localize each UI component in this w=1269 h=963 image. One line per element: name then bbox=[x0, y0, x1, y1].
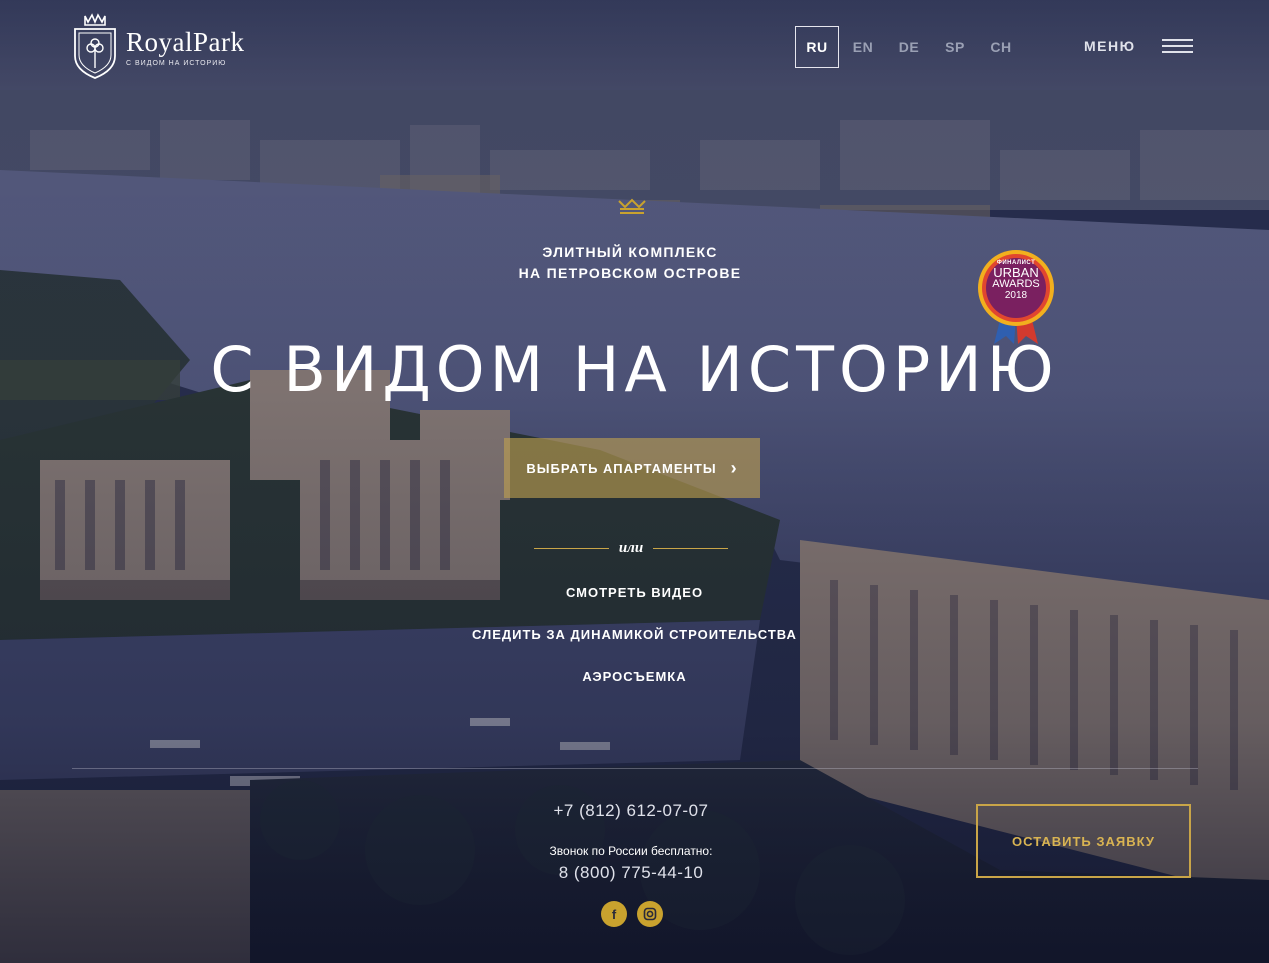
logo-tagline: С ВИДОМ НА ИСТОРИЮ bbox=[126, 60, 227, 67]
hero-subtitle: ЭЛИТНЫЙ КОМПЛЕКС НА ПЕТРОВСКОМ ОСТРОВЕ bbox=[480, 242, 780, 284]
construction-progress-row: СЛЕДИТЬ ЗА ДИНАМИКОЙ СТРОИТЕЛЬСТВА bbox=[0, 627, 1269, 642]
lang-sp[interactable]: SP bbox=[933, 26, 977, 68]
hero-headline: С ВИДОМ НА ИСТОРИЮ bbox=[210, 333, 1059, 406]
hamburger-icon bbox=[1161, 39, 1193, 53]
instagram-glyph bbox=[643, 907, 657, 921]
hero-subtitle-line1: ЭЛИТНЫЙ КОМПЛЕКС bbox=[542, 244, 718, 260]
watch-video-row: СМОТРЕТЬ ВИДЕО bbox=[0, 585, 1269, 600]
divider-line-right bbox=[653, 547, 729, 549]
logo-shield-icon bbox=[74, 13, 116, 79]
award-year: 2018 bbox=[1004, 290, 1028, 301]
construction-progress-link[interactable]: СЛЕДИТЬ ЗА ДИНАМИКОЙ СТРОИТЕЛЬСТВА bbox=[472, 627, 797, 642]
leave-request-button[interactable]: ОСТАВИТЬ ЗАЯВКУ bbox=[976, 804, 1191, 878]
lang-ch[interactable]: CH bbox=[979, 26, 1023, 68]
logo[interactable]: RoyalPark С ВИДОМ НА ИСТОРИЮ bbox=[72, 12, 245, 80]
aerial-view-row: АЭРОСЪЕМКА bbox=[0, 669, 1269, 684]
award-label-awards: AWARDS bbox=[992, 278, 1040, 290]
facebook-icon[interactable]: f bbox=[601, 901, 627, 927]
chevron-right-icon: › bbox=[730, 458, 738, 478]
instagram-icon[interactable] bbox=[637, 901, 663, 927]
choose-apartments-label: ВЫБРАТЬ АПАРТАМЕНТЫ bbox=[526, 460, 717, 476]
or-label: или bbox=[618, 539, 644, 556]
or-divider: или bbox=[534, 538, 729, 558]
footer-divider bbox=[72, 768, 1198, 769]
aerial-view-link[interactable]: АЭРОСЪЕМКА bbox=[582, 669, 686, 684]
choose-apartments-button[interactable]: ВЫБРАТЬ АПАРТАМЕНТЫ › bbox=[504, 438, 760, 498]
lang-de[interactable]: DE bbox=[887, 26, 931, 68]
hero-subtitle-line2: НА ПЕТРОВСКОМ ОСТРОВЕ bbox=[518, 265, 742, 281]
menu-button[interactable]: МЕНЮ bbox=[1084, 38, 1193, 54]
social-links: f bbox=[601, 901, 663, 927]
language-switcher: RU EN DE SP CH bbox=[795, 26, 1023, 68]
logo-wordmark: RoyalPark bbox=[126, 27, 245, 57]
watch-video-link[interactable]: СМОТРЕТЬ ВИДЕО bbox=[566, 585, 703, 600]
divider-line-left bbox=[534, 547, 609, 549]
menu-label: МЕНЮ bbox=[1084, 38, 1136, 54]
crown-icon bbox=[618, 198, 646, 214]
lang-en[interactable]: EN bbox=[841, 26, 885, 68]
lang-ru[interactable]: RU bbox=[795, 26, 839, 68]
